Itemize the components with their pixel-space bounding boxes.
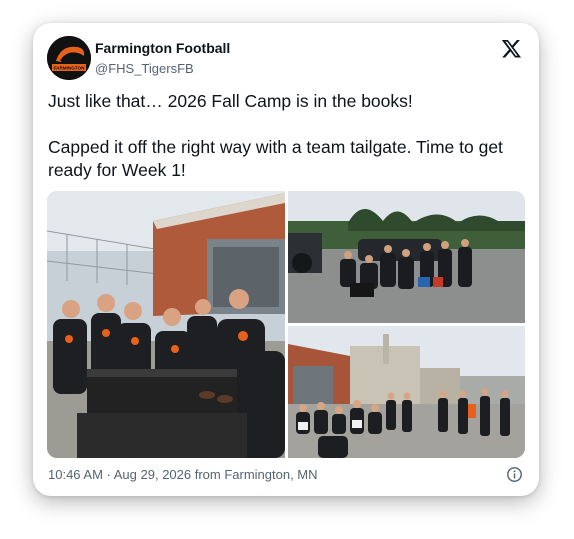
tiger-logo-icon: FARMINGTON	[47, 36, 91, 80]
author-name[interactable]: Farmington Football	[95, 40, 230, 56]
photo-team-parking-lot[interactable]	[288, 191, 525, 323]
post-paragraph-2: Capped it off the right way with a team …	[48, 137, 503, 180]
svg-text:FARMINGTON: FARMINGTON	[54, 66, 85, 71]
photo-grilling[interactable]	[47, 191, 285, 458]
post-timestamp[interactable]: 10:46 AM · Aug 29, 2026 from Farmington,…	[48, 467, 318, 482]
x-logo-icon[interactable]	[501, 38, 522, 59]
info-icon[interactable]	[506, 466, 523, 483]
post-paragraph-1: Just like that… 2026 Fall Camp is in the…	[48, 91, 413, 111]
avatar[interactable]: FARMINGTON	[47, 36, 91, 80]
post-text: Just like that… 2026 Fall Camp is in the…	[48, 90, 530, 182]
media-grid	[47, 191, 525, 458]
author-handle[interactable]: @FHS_TigersFB	[95, 61, 194, 76]
post-card: FARMINGTON Farmington Football @FHS_Tige…	[33, 23, 539, 496]
photo-team-outside-building[interactable]	[288, 326, 525, 458]
